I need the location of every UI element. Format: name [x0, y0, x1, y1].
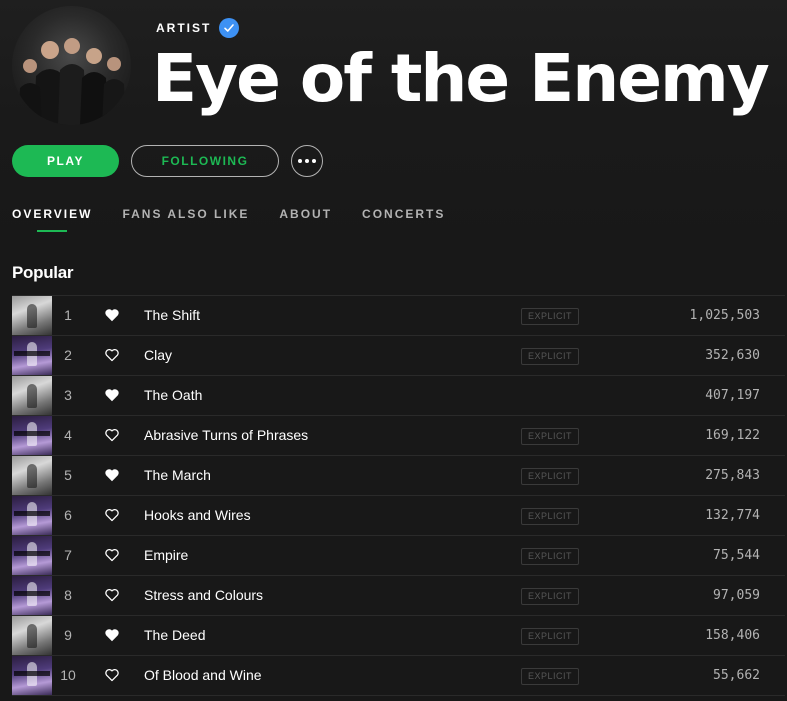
- track-title[interactable]: Of Blood and Wine: [144, 656, 262, 695]
- artist-tabs: OVERVIEW FANS ALSO LIKE ABOUT CONCERTS: [12, 207, 475, 231]
- track-title[interactable]: Stress and Colours: [144, 576, 263, 615]
- explicit-badge: EXPLICIT: [521, 308, 579, 325]
- heart-filled-icon[interactable]: [104, 627, 120, 643]
- album-cover-image: [12, 536, 52, 575]
- track-title[interactable]: The March: [144, 456, 211, 495]
- track-number: 2: [64, 347, 72, 363]
- heart-filled-icon[interactable]: [104, 307, 120, 323]
- track-title[interactable]: Clay: [144, 336, 172, 375]
- track-title[interactable]: Hooks and Wires: [144, 496, 251, 535]
- explicit-badge: EXPLICIT: [521, 628, 579, 645]
- tab-overview[interactable]: OVERVIEW: [12, 207, 92, 231]
- artist-header: ARTIST Eye of the Enemy: [0, 0, 787, 140]
- heart-outline-icon[interactable]: [104, 667, 120, 683]
- play-count: 169,122: [705, 428, 760, 443]
- album-cover-image: [12, 456, 52, 495]
- track-number: 7: [64, 547, 72, 563]
- track-row[interactable]: 8 Stress and Colours EXPLICIT 97,059: [12, 576, 785, 616]
- play-count: 158,406: [705, 628, 760, 643]
- album-cover-image: [12, 416, 52, 455]
- track-title[interactable]: The Oath: [144, 376, 202, 415]
- album-cover-image: [12, 336, 52, 375]
- heart-filled-icon[interactable]: [104, 467, 120, 483]
- album-cover-image: [12, 296, 52, 335]
- track-title[interactable]: The Deed: [144, 616, 205, 655]
- album-cover-image: [12, 376, 52, 415]
- artist-name: Eye of the Enemy: [152, 40, 770, 117]
- album-cover-image: [12, 496, 52, 535]
- track-title[interactable]: Abrasive Turns of Phrases: [144, 416, 308, 455]
- heart-outline-icon[interactable]: [104, 547, 120, 563]
- tab-concerts[interactable]: CONCERTS: [362, 207, 445, 231]
- explicit-badge: EXPLICIT: [521, 668, 579, 685]
- track-title[interactable]: The Shift: [144, 296, 200, 335]
- track-row[interactable]: 10 Of Blood and Wine EXPLICIT 55,662: [12, 656, 785, 696]
- heart-outline-icon[interactable]: [104, 427, 120, 443]
- track-number: 1: [64, 307, 72, 323]
- play-count: 275,843: [705, 468, 760, 483]
- artist-type-label: ARTIST: [156, 21, 212, 35]
- explicit-badge: EXPLICIT: [521, 588, 579, 605]
- tab-about[interactable]: ABOUT: [279, 207, 332, 231]
- track-row[interactable]: 2 Clay EXPLICIT 352,630: [12, 336, 785, 376]
- track-row[interactable]: 9 The Deed EXPLICIT 158,406: [12, 616, 785, 656]
- heart-outline-icon[interactable]: [104, 587, 120, 603]
- tab-fans-also-like[interactable]: FANS ALSO LIKE: [122, 207, 249, 231]
- explicit-badge: EXPLICIT: [521, 548, 579, 565]
- play-button[interactable]: PLAY: [12, 145, 119, 177]
- play-count: 97,059: [713, 588, 760, 603]
- play-count: 407,197: [705, 388, 760, 403]
- popular-section-title: Popular: [12, 263, 74, 282]
- play-count: 55,662: [713, 668, 760, 683]
- explicit-badge: EXPLICIT: [521, 508, 579, 525]
- track-row[interactable]: 7 Empire EXPLICIT 75,544: [12, 536, 785, 576]
- track-number: 10: [60, 667, 76, 683]
- track-row[interactable]: 1 The Shift EXPLICIT 1,025,503: [12, 296, 785, 336]
- track-number: 8: [64, 587, 72, 603]
- popular-tracklist: 1 The Shift EXPLICIT 1,025,503 2 Clay EXPLICIT…: [12, 295, 785, 696]
- album-cover-image: [12, 576, 52, 615]
- more-options-button[interactable]: [291, 145, 323, 177]
- explicit-badge: EXPLICIT: [521, 428, 579, 445]
- album-cover-image: [12, 656, 52, 695]
- track-row[interactable]: 5 The March EXPLICIT 275,843: [12, 456, 785, 496]
- more-dots-icon: [298, 159, 302, 163]
- action-bar: PLAY FOLLOWING: [12, 145, 323, 177]
- track-title[interactable]: Empire: [144, 536, 188, 575]
- track-number: 6: [64, 507, 72, 523]
- track-number: 9: [64, 627, 72, 643]
- play-count: 352,630: [705, 348, 760, 363]
- track-row[interactable]: 6 Hooks and Wires EXPLICIT 132,774: [12, 496, 785, 536]
- track-row[interactable]: 3 The Oath 407,197: [12, 376, 785, 416]
- explicit-badge: EXPLICIT: [521, 348, 579, 365]
- album-cover-image: [12, 616, 52, 655]
- play-count: 132,774: [705, 508, 760, 523]
- following-button[interactable]: FOLLOWING: [131, 145, 279, 177]
- band-photo-image: [18, 38, 126, 125]
- heart-filled-icon[interactable]: [104, 387, 120, 403]
- track-row[interactable]: 4 Abrasive Turns of Phrases EXPLICIT 169,12…: [12, 416, 785, 456]
- play-count: 75,544: [713, 548, 760, 563]
- explicit-badge: EXPLICIT: [521, 468, 579, 485]
- artist-photo: [12, 6, 131, 125]
- track-number: 4: [64, 427, 72, 443]
- play-count: 1,025,503: [689, 308, 760, 323]
- heart-outline-icon[interactable]: [104, 507, 120, 523]
- heart-outline-icon[interactable]: [104, 347, 120, 363]
- track-number: 5: [64, 467, 72, 483]
- artist-page: ARTIST Eye of the Enemy PLAY FOLLOWING O…: [0, 0, 787, 701]
- track-number: 3: [64, 387, 72, 403]
